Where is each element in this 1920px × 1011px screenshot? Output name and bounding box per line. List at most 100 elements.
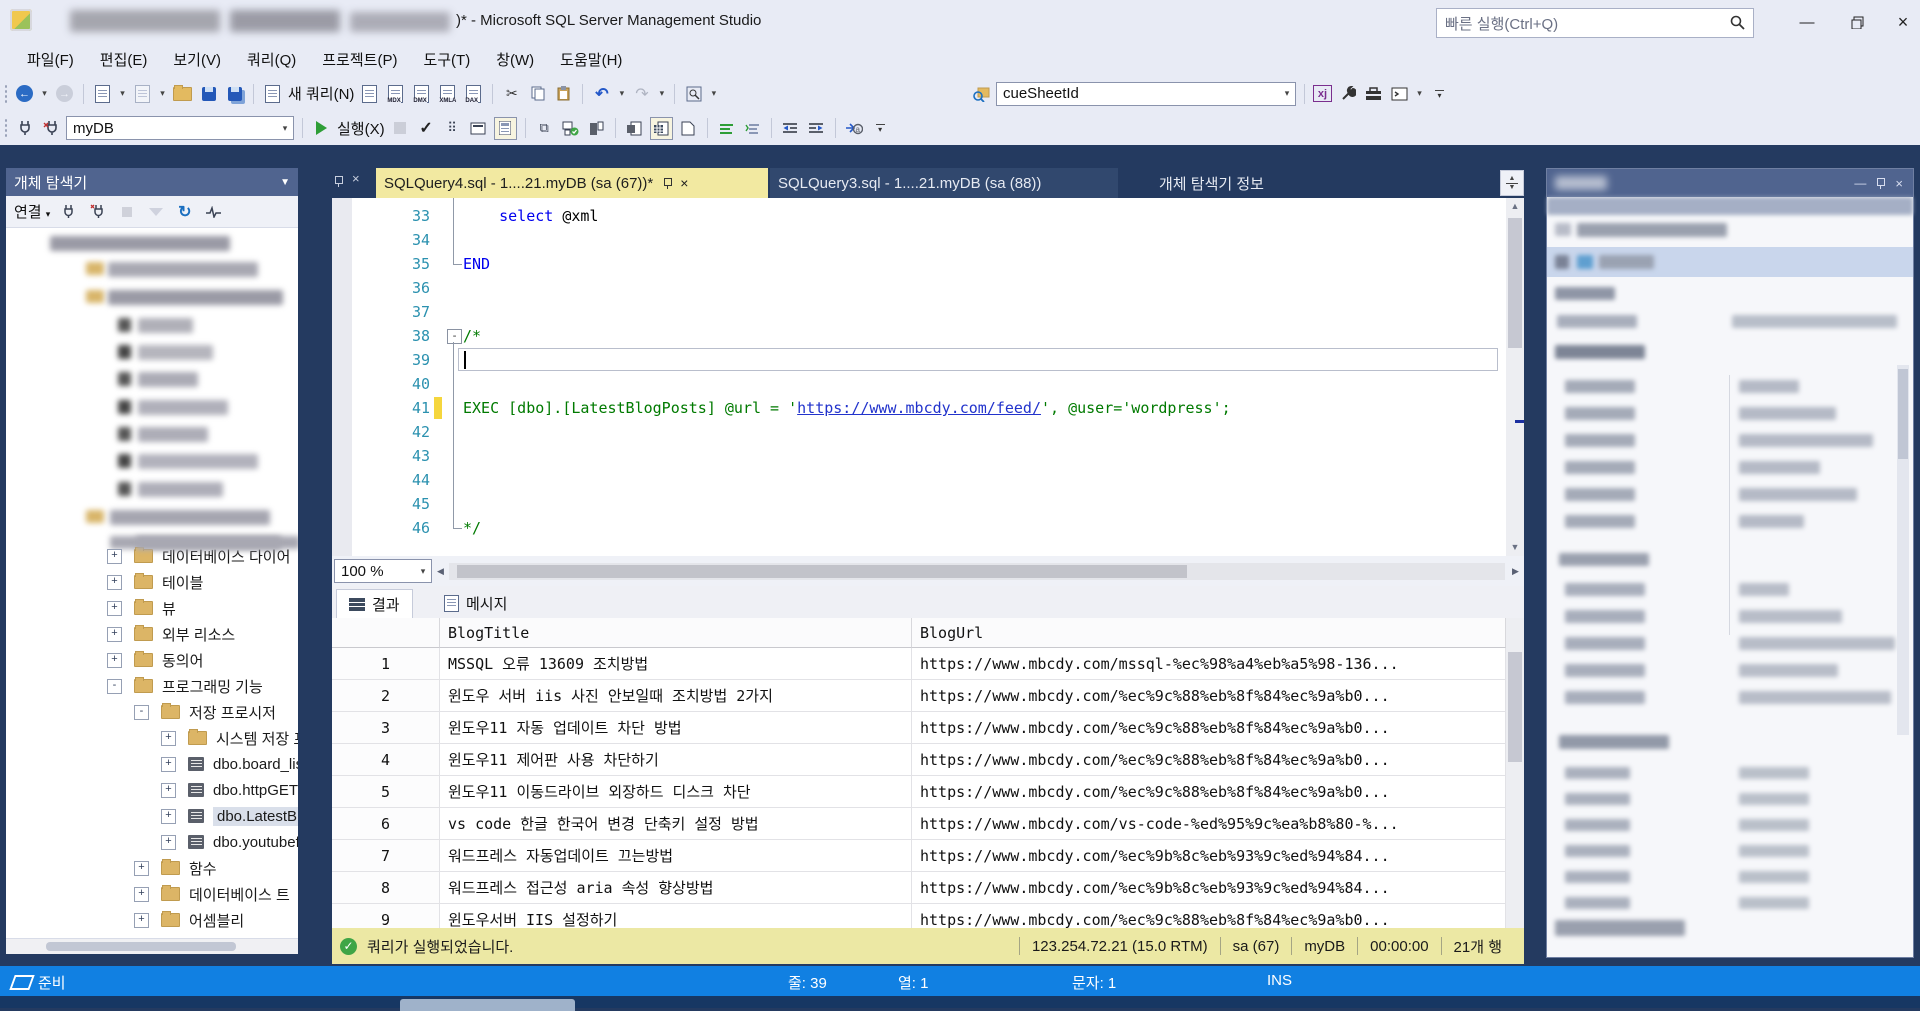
row-number-cell[interactable]: 3	[332, 712, 440, 744]
editor-line-41[interactable]: 41EXEC [dbo].[LatestBlogPosts] @url = 'h…	[332, 396, 1506, 420]
editor-tab-2[interactable]: SQLQuery3.sql - 1....21.myDB (sa (88))	[770, 168, 1118, 198]
restore-button[interactable]	[1840, 8, 1874, 36]
dmx-query-button[interactable]: DMX	[411, 83, 432, 104]
find-combo[interactable]: cueSheetId ▾	[996, 82, 1296, 106]
specify-values-button[interactable]: ⠿	[442, 118, 463, 139]
window-position-dropdown-icon[interactable]: ▼	[280, 177, 290, 188]
copy-button[interactable]	[527, 83, 548, 104]
menu-item-4[interactable]: 쿼리(Q)	[234, 48, 309, 74]
expand-icon[interactable]: +	[161, 809, 176, 824]
toolbox-icon[interactable]	[1363, 83, 1384, 104]
editor-line-34[interactable]: 34	[332, 228, 1506, 252]
redo-dropdown-icon[interactable]: ▾	[657, 88, 666, 99]
blogtitle-cell[interactable]: 윈도우11 제어판 사용 차단하기	[440, 744, 912, 776]
add-item-dropdown-icon[interactable]: ▾	[158, 88, 167, 99]
change-connection-button[interactable]	[40, 118, 61, 139]
tools-dropdown-icon[interactable]: ▾	[1415, 88, 1424, 99]
tree-item-dbo-youtubef[interactable]: +dbo.youtubef	[161, 829, 298, 855]
editor-line-33[interactable]: 33 select @xml	[332, 204, 1506, 228]
new-project-button[interactable]	[92, 83, 113, 104]
toolbar-overflow-button[interactable]: ▾	[1429, 83, 1450, 104]
refresh-icon[interactable]: ↻	[174, 201, 195, 222]
expand-icon[interactable]: +	[134, 913, 149, 928]
find-combo-dropdown-icon[interactable]: ▾	[1279, 88, 1295, 99]
comment-lines-button[interactable]	[716, 118, 737, 139]
menu-item-3[interactable]: 보기(V)	[160, 48, 234, 74]
xml-tool-button[interactable]: xj	[1313, 85, 1332, 102]
include-client-statistics-button[interactable]	[586, 118, 607, 139]
tree-item-어셈블리[interactable]: +어셈블리	[134, 907, 298, 933]
row-number-cell[interactable]: 2	[332, 680, 440, 712]
expand-icon[interactable]: +	[161, 731, 176, 746]
zoom-combo[interactable]: 100 % ▾	[334, 559, 432, 583]
tree-item-함수[interactable]: +함수	[134, 855, 298, 881]
quick-launch-input[interactable]: 빠른 실행(Ctrl+Q)	[1436, 8, 1754, 38]
object-explorer-hscrollbar[interactable]	[6, 938, 298, 954]
undo-dropdown-icon[interactable]: ▾	[617, 88, 626, 99]
editor-tab-3[interactable]: 개체 탐색기 정보	[1151, 168, 1301, 198]
hyperlink-text[interactable]: https://www.mbcdy.com/feed/	[797, 399, 1041, 417]
zoom-dropdown-icon[interactable]: ▾	[415, 566, 431, 577]
tree-item-데이터베이스-트[interactable]: +데이터베이스 트	[134, 881, 298, 907]
save-button[interactable]	[198, 83, 219, 104]
grid-column-header[interactable]: BlogTitle	[440, 618, 912, 648]
collapse-icon[interactable]: -	[107, 679, 122, 694]
right-panel-scrollbar[interactable]	[1897, 365, 1909, 735]
new-query-icon[interactable]	[262, 83, 283, 104]
query-options-button[interactable]	[468, 118, 489, 139]
blogtitle-cell[interactable]: MSSQL 오류 13609 조치방법	[440, 648, 912, 680]
find-dropdown-icon[interactable]: ▾	[709, 88, 718, 99]
grid-corner-header[interactable]	[332, 618, 440, 648]
scrollbar-thumb[interactable]	[46, 942, 236, 951]
cut-button[interactable]: ✂	[501, 83, 522, 104]
display-estimated-plan-button[interactable]: ⧉	[534, 118, 555, 139]
results-to-text-button[interactable]	[624, 118, 645, 139]
redo-button[interactable]: ↷	[631, 83, 652, 104]
tree-item-테이블[interactable]: +테이블	[107, 569, 298, 595]
activity-monitor-icon[interactable]	[203, 201, 224, 222]
execute-button[interactable]: 실행(X)	[337, 118, 385, 139]
save-all-button[interactable]	[224, 83, 245, 104]
row-number-cell[interactable]: 4	[332, 744, 440, 776]
add-item-button[interactable]	[132, 83, 153, 104]
undo-button[interactable]: ↶	[591, 83, 612, 104]
minimize-icon[interactable]: —	[1854, 176, 1866, 190]
expand-icon[interactable]: +	[107, 627, 122, 642]
parse-button[interactable]: ✓	[416, 118, 437, 139]
tree-item-시스템-저장-프[interactable]: +시스템 저장 프	[161, 725, 298, 751]
tree-item-dbo-httpGET[interactable]: +dbo.httpGET	[161, 777, 298, 803]
pin-icon[interactable]	[1876, 177, 1885, 189]
blogurl-cell[interactable]: https://www.mbcdy.com/%ec%9b%8c%eb%93%9c…	[912, 840, 1506, 872]
row-number-cell[interactable]: 7	[332, 840, 440, 872]
expand-icon[interactable]: +	[107, 653, 122, 668]
row-number-cell[interactable]: 9	[332, 904, 440, 928]
editor-split-grip[interactable]: ▲▼	[1500, 170, 1524, 196]
editor-line-35[interactable]: 35END	[332, 252, 1506, 276]
database-combo-dropdown-icon[interactable]: ▾	[277, 123, 293, 134]
wrench-icon[interactable]	[1337, 83, 1358, 104]
expand-icon[interactable]: +	[134, 861, 149, 876]
scroll-down-icon[interactable]: ▼	[1506, 539, 1524, 556]
expand-icon[interactable]: +	[107, 601, 122, 616]
scrollbar-thumb[interactable]	[1898, 369, 1908, 459]
editor-line-40[interactable]: 40	[332, 372, 1506, 396]
minimize-button[interactable]: —	[1790, 8, 1824, 36]
blogurl-cell[interactable]: https://www.mbcdy.com/vs-code-%ed%95%9c%…	[912, 808, 1506, 840]
command-window-button[interactable]	[1389, 83, 1410, 104]
editor-line-45[interactable]: 45	[332, 492, 1506, 516]
tree-item-외부-리소스[interactable]: +외부 리소스	[107, 621, 298, 647]
expand-icon[interactable]: +	[107, 575, 122, 590]
navigate-back-button[interactable]: ←	[14, 83, 35, 104]
blogtitle-cell[interactable]: 윈도우서버 IIS 설정하기	[440, 904, 912, 928]
scrollbar-thumb[interactable]	[1508, 218, 1522, 348]
blogurl-cell[interactable]: https://www.mbcdy.com/%ec%9c%88%eb%8f%84…	[912, 680, 1506, 712]
mdx-query-button[interactable]: MDX	[385, 83, 406, 104]
editor-line-44[interactable]: 44	[332, 468, 1506, 492]
execute-icon[interactable]	[311, 118, 332, 139]
tree-item-동의어[interactable]: +동의어	[107, 647, 298, 673]
grid-column-header[interactable]: BlogUrl	[912, 618, 1506, 648]
editor-line-37[interactable]: 37	[332, 300, 1506, 324]
row-number-cell[interactable]: 1	[332, 648, 440, 680]
editor-line-39[interactable]: 39	[332, 348, 1506, 372]
editor-line-42[interactable]: 42	[332, 420, 1506, 444]
